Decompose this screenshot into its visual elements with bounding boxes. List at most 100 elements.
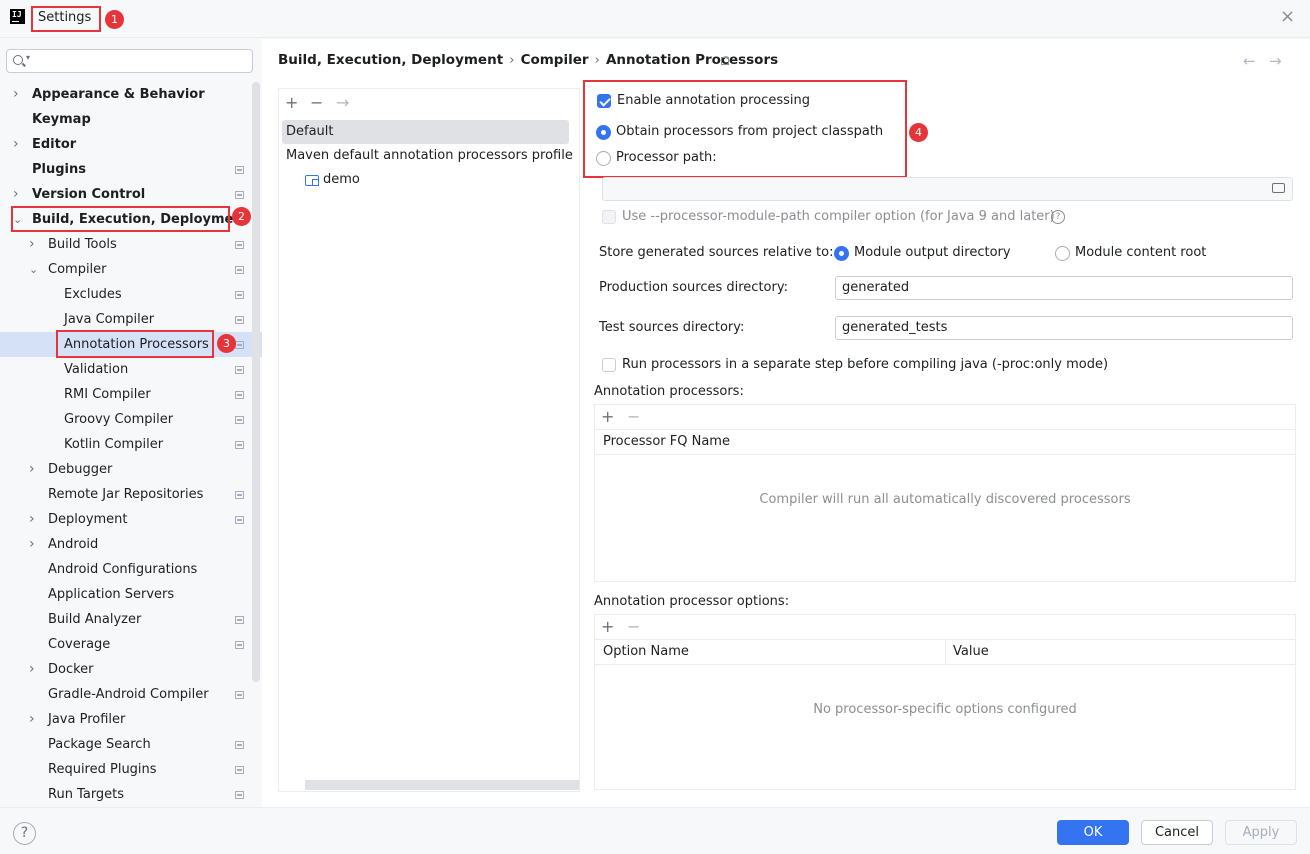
arrow-right-icon[interactable]: →: [1269, 52, 1282, 70]
chevron-down-icon[interactable]: ⌄: [13, 207, 23, 232]
sidebar-scrollbar[interactable]: [252, 82, 260, 682]
chevron-right-icon[interactable]: ›: [29, 532, 39, 557]
add-icon[interactable]: +: [285, 95, 298, 111]
production-dir-input[interactable]: generated: [835, 276, 1293, 300]
add-icon[interactable]: +: [601, 409, 614, 425]
module-content-radio[interactable]: [1055, 246, 1070, 261]
processors-toolbar: + −: [595, 405, 1295, 430]
processor-path-radio[interactable]: [596, 151, 611, 166]
profiles-panel: + − → Default Maven default annotation p…: [278, 88, 580, 792]
sidebar-item-label: Keymap: [32, 112, 91, 127]
sidebar-item-label: Java Profiler: [48, 712, 126, 727]
badge-3: 3: [217, 334, 236, 353]
sidebar-item[interactable]: › Debugger: [0, 457, 262, 482]
test-dir-label: Test sources directory:: [599, 320, 745, 335]
column-divider[interactable]: [945, 640, 946, 665]
sidebar-item[interactable]: RMI Compiler: [0, 382, 262, 407]
chevron-right-icon[interactable]: ›: [13, 182, 23, 207]
processor-path-input[interactable]: [602, 177, 1293, 201]
sidebar-item[interactable]: › Build Tools: [0, 232, 262, 257]
enable-annotation-label[interactable]: Enable annotation processing: [617, 93, 810, 109]
move-icon[interactable]: →: [336, 95, 349, 111]
module-output-radio[interactable]: [834, 246, 849, 261]
sidebar-item[interactable]: › Java Profiler: [0, 707, 262, 732]
sidebar-item[interactable]: Plugins: [0, 157, 262, 182]
sidebar-item-label: Required Plugins: [48, 762, 157, 777]
search-icon: [13, 55, 23, 65]
column-option-name[interactable]: Option Name: [603, 644, 689, 659]
help-button[interactable]: ?: [13, 822, 36, 845]
remove-icon[interactable]: −: [627, 409, 640, 425]
sidebar-item-label: Android: [48, 537, 99, 552]
test-dir-input[interactable]: generated_tests: [835, 316, 1293, 340]
apply-button[interactable]: Apply: [1225, 820, 1297, 845]
chevron-right-icon[interactable]: ›: [29, 707, 39, 732]
sidebar-item[interactable]: ⌄ Compiler: [0, 257, 262, 282]
sidebar-item[interactable]: Keymap: [0, 107, 262, 132]
separate-step-checkbox[interactable]: [602, 358, 616, 372]
sidebar-item[interactable]: › Docker: [0, 657, 262, 682]
profile-module-demo[interactable]: demo: [323, 168, 360, 192]
sidebar-item[interactable]: Groovy Compiler: [0, 407, 262, 432]
remove-icon[interactable]: −: [310, 95, 323, 111]
sidebar-item[interactable]: › Editor: [0, 132, 262, 157]
add-icon[interactable]: +: [601, 619, 614, 635]
obtain-classpath-radio[interactable]: [596, 125, 611, 140]
sidebar-item[interactable]: Android Configurations: [0, 557, 262, 582]
sidebar-item[interactable]: Validation: [0, 357, 262, 382]
ok-button[interactable]: OK: [1057, 820, 1129, 845]
enable-annotation-checkbox[interactable]: [597, 94, 611, 108]
chevron-right-icon[interactable]: ›: [29, 457, 39, 482]
document-icon[interactable]: [721, 57, 729, 65]
breadcrumb-item[interactable]: Build, Execution, Deployment: [278, 52, 503, 68]
module-path-checkbox[interactable]: [602, 210, 616, 224]
arrow-left-icon[interactable]: ←: [1243, 52, 1256, 70]
close-icon[interactable]: ×: [1280, 8, 1295, 26]
settings-search[interactable]: ▾: [6, 49, 253, 73]
cancel-button[interactable]: Cancel: [1141, 820, 1213, 845]
sidebar-item[interactable]: Coverage: [0, 632, 262, 657]
processor-path-label[interactable]: Processor path:: [616, 150, 717, 166]
sidebar-item[interactable]: Application Servers: [0, 582, 262, 607]
chevron-down-icon[interactable]: ⌄: [29, 257, 39, 282]
chevron-right-icon[interactable]: ›: [29, 232, 39, 257]
chevron-down-icon[interactable]: ▾: [26, 53, 30, 62]
chevron-right-icon[interactable]: ›: [29, 657, 39, 682]
folder-icon[interactable]: [1272, 183, 1285, 193]
sidebar-item[interactable]: › Version Control: [0, 182, 262, 207]
production-dir-label: Production sources directory:: [599, 280, 788, 295]
search-input[interactable]: [35, 53, 245, 69]
breadcrumb-item[interactable]: Compiler: [521, 52, 589, 68]
remove-icon[interactable]: −: [627, 619, 640, 635]
sidebar-item[interactable]: › Android: [0, 532, 262, 557]
sidebar-item[interactable]: › Appearance & Behavior: [0, 82, 262, 107]
obtain-classpath-label[interactable]: Obtain processors from project classpath: [616, 124, 883, 140]
sidebar-item-label: Build, Execution, Deployment: [32, 212, 249, 227]
profiles-scrollbar[interactable]: [305, 780, 579, 790]
module-output-label[interactable]: Module output directory: [854, 245, 1011, 261]
sidebar-item[interactable]: Excludes: [0, 282, 262, 307]
profile-maven-default[interactable]: Maven default annotation processors prof…: [286, 144, 573, 168]
column-processor-fq-name[interactable]: Processor FQ Name: [603, 434, 730, 449]
test-dir-value: generated_tests: [842, 320, 948, 335]
sidebar-item[interactable]: › Deployment: [0, 507, 262, 532]
column-value[interactable]: Value: [953, 644, 989, 659]
sidebar-item[interactable]: ⌄ Build, Execution, Deployment: [0, 207, 262, 232]
chevron-right-icon: ›: [594, 52, 600, 68]
sidebar-item[interactable]: Gradle-Android Compiler: [0, 682, 262, 707]
sidebar-item[interactable]: Build Analyzer: [0, 607, 262, 632]
sidebar-item[interactable]: Required Plugins: [0, 757, 262, 782]
profile-default[interactable]: Default: [282, 120, 569, 144]
chevron-right-icon[interactable]: ›: [29, 507, 39, 532]
sidebar-item[interactable]: Kotlin Compiler: [0, 432, 262, 457]
chevron-right-icon[interactable]: ›: [13, 132, 23, 157]
chevron-right-icon[interactable]: ›: [13, 82, 23, 107]
project-level-icon: [235, 166, 244, 174]
sidebar-item[interactable]: Remote Jar Repositories: [0, 482, 262, 507]
help-icon[interactable]: ?: [1051, 210, 1065, 224]
sidebar-item[interactable]: Java Compiler: [0, 307, 262, 332]
separate-step-label[interactable]: Run processors in a separate step before…: [622, 357, 1108, 373]
module-content-label[interactable]: Module content root: [1075, 245, 1206, 261]
sidebar-item[interactable]: Package Search: [0, 732, 262, 757]
sidebar-item[interactable]: Run Targets: [0, 782, 262, 807]
